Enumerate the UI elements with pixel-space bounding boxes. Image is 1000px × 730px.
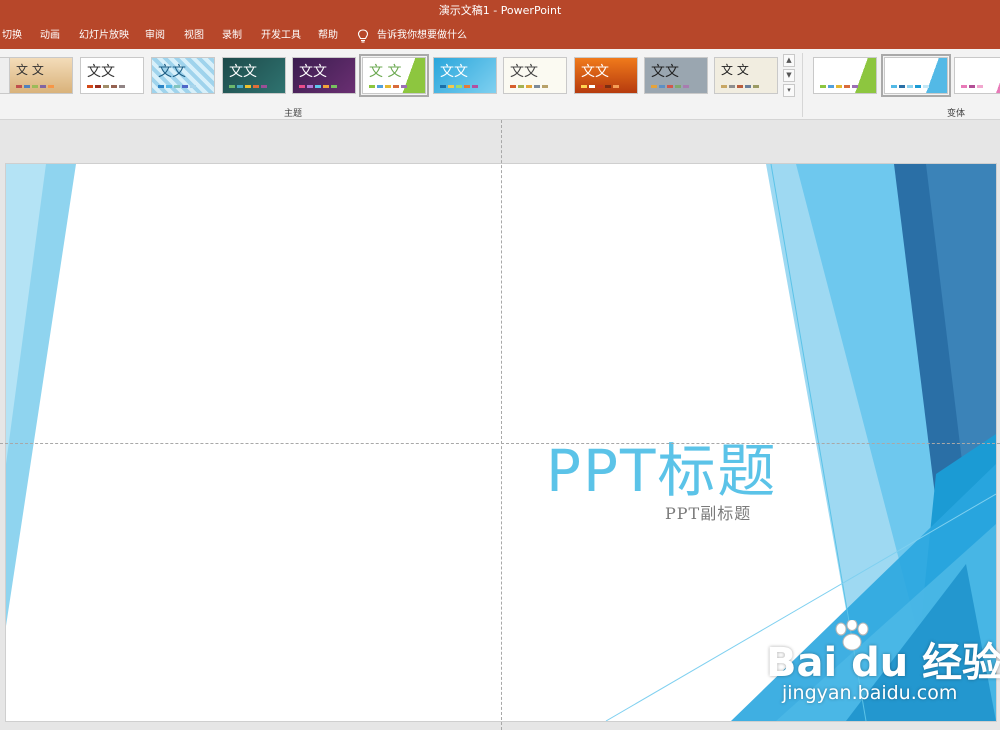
slide-subtitle[interactable]: PPT副标题 [665, 500, 751, 524]
window-title: 演示文稿1 - PowerPoint [438, 4, 562, 17]
themes-group-label: 主题 [284, 109, 303, 119]
theme-thumb-1[interactable]: 文 文 [9, 57, 73, 94]
vertical-guide[interactable] [501, 120, 502, 730]
ribbon: 文 文 文文 文文 文文 文文 文 文 文文 文文 文文 文文 文 文 ▲ ▼ … [0, 49, 1000, 120]
baidu-watermark: Bai du 经验 jingyan.baidu.com [760, 620, 1000, 712]
ribbon-separator [802, 53, 803, 117]
variant-thumb-2[interactable] [954, 57, 1000, 94]
tell-me-text: 告诉我你想要做什么 [377, 30, 467, 41]
theme-thumb-10[interactable]: 文文 [644, 57, 708, 94]
tab-view[interactable]: 视图 [184, 22, 204, 49]
tab-review[interactable]: 审阅 [145, 22, 165, 49]
theme-thumb-11[interactable]: 文 文 [714, 57, 778, 94]
watermark-url: jingyan.baidu.com [782, 682, 958, 704]
gallery-scroll-up[interactable]: ▲ [783, 54, 795, 67]
theme-thumb-6[interactable]: 文 文 [359, 54, 429, 97]
theme-thumb-9[interactable]: 文文 [574, 57, 638, 94]
gallery-scroll-down[interactable]: ▼ [783, 69, 795, 82]
tab-slideshow[interactable]: 幻灯片放映 [79, 22, 129, 49]
variant-thumb-0[interactable] [813, 57, 877, 94]
powerpoint-window: 演示文稿1 - PowerPoint 切换 动画 幻灯片放映 审阅 视图 录制 … [0, 0, 1000, 730]
tab-help[interactable]: 帮助 [318, 22, 338, 49]
tab-transitions[interactable]: 切换 [2, 22, 22, 49]
theme-thumb-2[interactable]: 文文 [80, 57, 144, 94]
variants-group-label: 变体 [947, 109, 966, 119]
horizontal-guide[interactable] [0, 443, 1000, 444]
variant-thumb-1[interactable] [881, 54, 951, 97]
gallery-more[interactable]: ▾ [783, 84, 795, 97]
theme-thumb-5[interactable]: 文文 [292, 57, 356, 94]
menu-bar: 切换 动画 幻灯片放映 审阅 视图 录制 开发工具 帮助 告诉我你想要做什么 [0, 22, 1000, 49]
theme-thumb-8[interactable]: 文文 [503, 57, 567, 94]
tab-record[interactable]: 录制 [222, 22, 242, 49]
theme-thumb-4[interactable]: 文文 [222, 57, 286, 94]
tab-animations[interactable]: 动画 [40, 22, 60, 49]
slide-title[interactable]: PPT标题 [546, 424, 777, 508]
tab-developer[interactable]: 开发工具 [261, 22, 301, 49]
theme-thumb-7[interactable]: 文文 [433, 57, 497, 94]
theme-thumb-3[interactable]: 文文 [151, 57, 215, 94]
title-bar: 演示文稿1 - PowerPoint [0, 0, 1000, 22]
watermark-brand: Bai du 经验 [766, 640, 1000, 686]
lightbulb-icon [357, 29, 369, 43]
